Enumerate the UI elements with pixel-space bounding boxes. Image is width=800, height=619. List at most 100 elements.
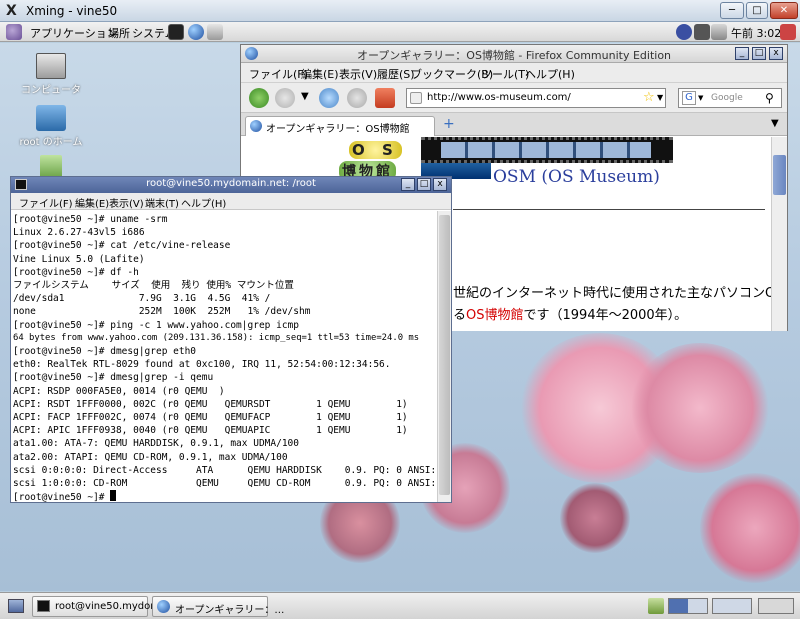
terminal-line: none 252M 100K 252M 1% /dev/shm bbox=[13, 306, 311, 318]
ff-maximize-button[interactable]: □ bbox=[752, 47, 766, 60]
page-scrollbar[interactable] bbox=[771, 137, 787, 331]
volume-icon[interactable] bbox=[711, 24, 727, 40]
menu-places[interactable]: 場所 bbox=[108, 25, 130, 41]
menu-applications[interactable]: アプリケーション bbox=[30, 25, 118, 41]
google-engine-icon[interactable]: G bbox=[682, 91, 696, 105]
taskbar-firefox[interactable]: オープンギャラリー：… bbox=[152, 596, 284, 617]
terminal-line: [root@vine50 ~]# ping -c 1 www.yahoo.com… bbox=[13, 319, 299, 331]
blossom-bud bbox=[560, 483, 630, 553]
search-placeholder: Google bbox=[711, 93, 743, 103]
tab-label: オープンギャラリー：OS博物館 bbox=[266, 124, 410, 135]
ff-menu-file[interactable]: ファイル(F) bbox=[249, 66, 308, 82]
firefox-navbar: ▼ http://www.os-museum.com/ ☆ ▼ G ▼ Goog… bbox=[241, 83, 787, 113]
term-menu-terminal[interactable]: 端末(T) bbox=[145, 195, 179, 210]
scrollbar-thumb[interactable] bbox=[773, 155, 786, 195]
terminal-line: Vine Linux 5.0 (Lafite) bbox=[13, 253, 145, 265]
terminal-launcher-icon[interactable] bbox=[168, 24, 184, 40]
terminal-line: Linux 2.6.27-43vl5 i686 bbox=[13, 227, 145, 239]
new-tab-icon[interactable]: + bbox=[443, 116, 455, 132]
terminal-line: ACPI: FACP 1FFF002C, 0074 (r0 QEMU QEMUF… bbox=[13, 412, 408, 424]
xming-logo-icon: X bbox=[6, 3, 17, 19]
xming-titlebar[interactable]: X Xming - vine50 ─ □ ✕ bbox=[0, 0, 800, 22]
terminal-cursor bbox=[110, 490, 117, 502]
term-minimize-button[interactable]: _ bbox=[401, 178, 415, 191]
ff-menu-tools[interactable]: ツール(T) bbox=[481, 66, 529, 82]
vine-foot-icon[interactable] bbox=[6, 24, 22, 40]
workspace-switcher[interactable] bbox=[758, 598, 794, 614]
intro-suffix: です（1994年～2000年）。 bbox=[523, 308, 688, 323]
ff-menu-view[interactable]: 表示(V) bbox=[339, 66, 377, 82]
taskbar-terminal[interactable]: root@vine50.mydoma… bbox=[32, 596, 176, 617]
desktop-icon-computer[interactable]: コンピュータ bbox=[16, 53, 86, 96]
blossom-flower bbox=[630, 343, 770, 473]
term-maximize-button[interactable]: □ bbox=[417, 178, 431, 191]
update-notifier-icon[interactable] bbox=[676, 24, 692, 40]
xming-window-title: Xming - vine50 bbox=[26, 4, 118, 18]
firefox-titlebar[interactable]: オープンギャラリー：OS博物館 - Firefox Community Edit… bbox=[241, 45, 787, 63]
url-text[interactable]: http://www.os-museum.com/ bbox=[427, 92, 571, 103]
terminal-line: /dev/sda1 7.9G 3.1G 4.5G 41% / bbox=[13, 293, 271, 305]
show-desktop-icon[interactable] bbox=[8, 599, 24, 613]
bookmark-star-icon[interactable]: ☆ bbox=[643, 90, 655, 105]
favicon-icon bbox=[250, 120, 262, 132]
site-identity-icon[interactable] bbox=[410, 92, 422, 104]
workspace-switcher[interactable] bbox=[712, 598, 752, 614]
bottom-panel: root@vine50.mydoma… オープンギャラリー：… bbox=[0, 592, 800, 619]
close-button[interactable]: ✕ bbox=[770, 2, 798, 19]
ff-menu-history[interactable]: 履歴(S) bbox=[377, 66, 415, 82]
desktop-icon-home[interactable]: root のホーム bbox=[16, 105, 86, 148]
reload-button[interactable] bbox=[319, 88, 339, 108]
terminal-line: ファイルシステム サイズ 使用 残り 使用% マウント位置 bbox=[13, 280, 294, 292]
workspace-switcher[interactable] bbox=[668, 598, 708, 614]
terminal-line: 64 bytes from www.yahoo.com (209.131.36.… bbox=[13, 332, 420, 343]
terminal-line: ACPI: RSDP 000FA5E0, 0014 (r0 QEMU ) bbox=[13, 385, 225, 397]
terminal-line: [root@vine50 ~]# cat /etc/vine-release bbox=[13, 240, 231, 252]
terminal-line: ata2.00: ATAPI: QEMU CD-ROM, 0.9.1, max … bbox=[13, 451, 288, 463]
ff-minimize-button[interactable]: _ bbox=[735, 47, 749, 60]
terminal-line: eth0: RealTek RTL-8029 found at 0xc100, … bbox=[13, 359, 391, 371]
clock[interactable]: 午前 3:02 bbox=[731, 25, 781, 41]
ff-close-button[interactable]: x bbox=[769, 47, 783, 60]
term-menu-edit[interactable]: 編集(E) bbox=[75, 195, 109, 210]
terminal-scrollbar[interactable] bbox=[437, 211, 451, 502]
search-icon[interactable]: ⚲ bbox=[765, 91, 774, 105]
minimize-button[interactable]: ─ bbox=[720, 2, 744, 19]
terminal-line: scsi 1:0:0:0: CD-ROM QEMU QEMU CD-ROM 0.… bbox=[13, 478, 437, 490]
film-strip-banner[interactable] bbox=[421, 137, 673, 163]
tab-os-museum[interactable]: オープンギャラリー：OS博物館 bbox=[245, 116, 435, 136]
terminal-titlebar[interactable]: root@vine50.mydomain.net: /root _ □ x bbox=[11, 177, 451, 193]
terminal-window: root@vine50.mydomain.net: /root _ □ x ファ… bbox=[10, 176, 452, 503]
stop-button[interactable] bbox=[347, 88, 367, 108]
home-button[interactable] bbox=[375, 88, 395, 108]
mail-launcher-icon[interactable] bbox=[207, 24, 223, 40]
network-icon[interactable] bbox=[694, 24, 710, 40]
term-menu-help[interactable]: ヘルプ(H) bbox=[181, 195, 226, 210]
firefox-launcher-icon[interactable] bbox=[188, 24, 204, 40]
ff-menu-help[interactable]: ヘルプ(H) bbox=[525, 66, 575, 82]
terminal-scrollbar-thumb[interactable] bbox=[439, 215, 450, 495]
ff-menu-edit[interactable]: 編集(E) bbox=[301, 66, 339, 82]
intro-prefix: る bbox=[453, 308, 467, 323]
taskbar-firefox-label: オープンギャラリー：… bbox=[175, 605, 285, 616]
term-menu-file[interactable]: ファイル(F) bbox=[19, 195, 73, 210]
shutdown-icon[interactable] bbox=[780, 24, 796, 40]
terminal-line: [root@vine50 ~]# uname -srm bbox=[13, 214, 168, 225]
terminal-line: [root@vine50 ~]# df -h bbox=[13, 266, 139, 278]
term-close-button[interactable]: x bbox=[433, 178, 447, 191]
term-menu-view[interactable]: 表示(V) bbox=[109, 195, 144, 210]
terminal-output[interactable]: [root@vine50 ~]# uname -srm Linux 2.6.27-… bbox=[11, 211, 437, 503]
blossom-flower bbox=[700, 473, 800, 583]
url-dropdown-icon[interactable]: ▼ bbox=[657, 93, 663, 102]
page-intro-line1: 世紀のインターネット時代に使用された主なパソコンOS bbox=[453, 286, 771, 301]
trash-applet-icon[interactable] bbox=[648, 598, 664, 614]
history-dropdown-icon[interactable]: ▼ bbox=[301, 91, 309, 102]
forward-button[interactable] bbox=[275, 88, 295, 108]
back-button[interactable] bbox=[249, 88, 269, 108]
page-intro-line2: るOS博物館です（1994年～2000年）。 bbox=[453, 304, 687, 323]
maximize-button[interactable]: □ bbox=[746, 2, 768, 19]
engine-dropdown-icon[interactable]: ▼ bbox=[698, 94, 703, 102]
url-bar[interactable]: http://www.os-museum.com/ ☆ ▼ bbox=[406, 88, 666, 108]
search-box[interactable]: G ▼ Google ⚲ bbox=[678, 88, 782, 108]
tab-list-icon[interactable]: ▼ bbox=[771, 118, 779, 129]
os-museum-link[interactable]: OS博物館 bbox=[466, 308, 524, 323]
